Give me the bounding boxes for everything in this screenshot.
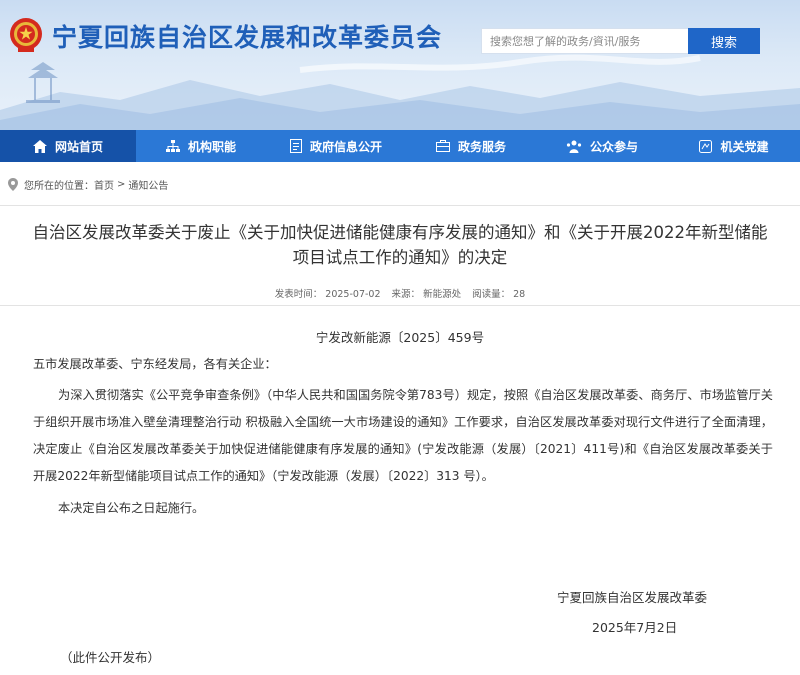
breadcrumb-current-link[interactable]: 通知公告 [128,177,168,192]
nav-label: 机关党建 [720,139,769,154]
body-paragraph-2: 本决定自公布之日起施行。 [58,501,205,515]
search-button[interactable]: 搜索 [688,28,760,54]
article-title: 自治区发展改革委关于废止《关于加快促进储能健康有序发展的通知》和《关于开展202… [10,220,790,270]
nav-item-gov-info[interactable]: 政府信息公开 [266,130,406,162]
people-icon [566,140,582,153]
breadcrumb-home-link[interactable]: 首页 [94,177,114,192]
nav-label: 政府信息公开 [309,139,382,154]
article: 自治区发展改革委关于废止《关于加快促进储能健康有序发展的通知》和《关于开展202… [0,205,800,675]
location-pin-icon [8,177,18,191]
national-emblem-icon [10,18,42,52]
main-nav: 网站首页 机构职能 政府信息公开 政务服务 公众参与 机关党建 [0,130,800,162]
article-title-line2: 项目试点工作的通知》的决定 [292,248,508,267]
home-icon [32,139,47,153]
view-count: 阅读量： 28 [472,289,526,300]
breadcrumb-separator: > [117,178,126,190]
salutation: 五市发展改革委、宁东经发局，各有关企业： [33,357,277,371]
nav-item-party-building[interactable]: 机关党建 [668,130,800,162]
signature-date: 2025年7月2日 [592,620,678,635]
nav-item-home[interactable]: 网站首页 [0,130,136,162]
divider [0,305,800,306]
org-chart-icon [165,139,180,152]
source: 来源： 新能源处 [391,289,462,300]
search-input[interactable] [481,28,688,54]
breadcrumb-prefix: 您所在的位置： [24,180,94,192]
header-banner: 宁夏回族自治区发展和改革委员会 搜索 [0,0,800,130]
nav-label: 政务服务 [457,139,506,154]
nav-item-public-participation[interactable]: 公众参与 [536,130,668,162]
article-meta: 发表时间： 2025-07-02 来源： 新能源处 阅读量： 28 [0,286,800,300]
nav-label: 机构职能 [187,139,236,154]
nav-label: 网站首页 [54,139,103,154]
document-number: 宁发改新能源〔2025〕459号 [315,330,485,345]
site-title[interactable]: 宁夏回族自治区发展和改革委员会 [52,18,442,54]
nav-label: 公众参与 [589,139,638,154]
document-icon [289,139,302,153]
body-paragraph-1: 为深入贯彻落实《公平竞争审查条例》（中华人民共和国国务院令第783号）规定，按照… [33,388,773,483]
nav-item-organization[interactable]: 机构职能 [136,130,266,162]
signature-organization: 宁夏回族自治区发展改革委 [557,590,708,605]
publish-time: 发表时间： 2025-07-02 [274,289,381,300]
release-note: （此件公开发布） [60,650,161,665]
service-icon [435,140,450,152]
nav-item-gov-service[interactable]: 政务服务 [406,130,536,162]
article-title-line1: 自治区发展改革委关于废止《关于加快促进储能健康有序发展的通知》和《关于开展202… [32,223,768,242]
breadcrumb: 您所在的位置： 首页 > 通知公告 [0,170,800,198]
badge-icon [699,139,713,153]
